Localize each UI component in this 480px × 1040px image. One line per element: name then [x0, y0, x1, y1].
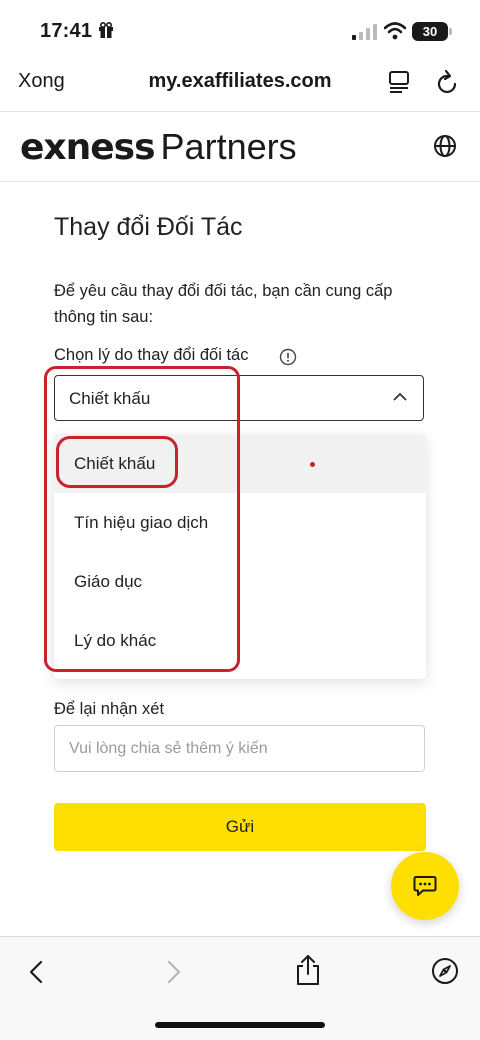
- comment-label: Để lại nhận xét: [54, 700, 165, 718]
- browser-divider: [0, 111, 480, 112]
- logo-suffix: Partners: [160, 126, 297, 167]
- info-icon[interactable]: [279, 348, 297, 366]
- reason-label: Chọn lý do thay đổi đối tác: [54, 346, 249, 364]
- compass-icon[interactable]: [431, 957, 459, 985]
- logo-brand: exness: [20, 127, 156, 168]
- signal-icon: [352, 24, 377, 40]
- battery-tip: [449, 28, 452, 35]
- annotation-dot: [310, 462, 315, 467]
- share-icon[interactable]: [294, 954, 322, 986]
- header-divider: [0, 181, 480, 182]
- forward-icon[interactable]: [166, 960, 182, 984]
- comment-input[interactable]: [54, 725, 425, 772]
- annotation-box-options: [44, 366, 240, 672]
- globe-icon[interactable]: [433, 134, 457, 158]
- back-icon[interactable]: [28, 960, 44, 984]
- chat-button[interactable]: [391, 852, 459, 920]
- chat-icon: [413, 876, 437, 896]
- form-description: Để yêu cầu thay đổi đối tác, bạn cần cun…: [54, 282, 393, 326]
- reload-icon[interactable]: [436, 69, 460, 95]
- submit-button[interactable]: Gửi: [54, 803, 426, 851]
- battery-icon: 30: [412, 22, 448, 41]
- gift-icon: [99, 22, 113, 38]
- status-time: 17:41: [40, 20, 93, 42]
- wifi-icon: [384, 22, 406, 40]
- reader-icon[interactable]: [388, 70, 410, 94]
- home-indicator[interactable]: [155, 1022, 325, 1028]
- page-title: Thay đổi Đối Tác: [54, 213, 243, 241]
- done-button[interactable]: Xong: [18, 70, 65, 93]
- annotation-box-selected: [56, 436, 178, 488]
- chevron-up-icon: [393, 392, 407, 401]
- exness-partners-logo[interactable]: exness Partners: [20, 126, 297, 168]
